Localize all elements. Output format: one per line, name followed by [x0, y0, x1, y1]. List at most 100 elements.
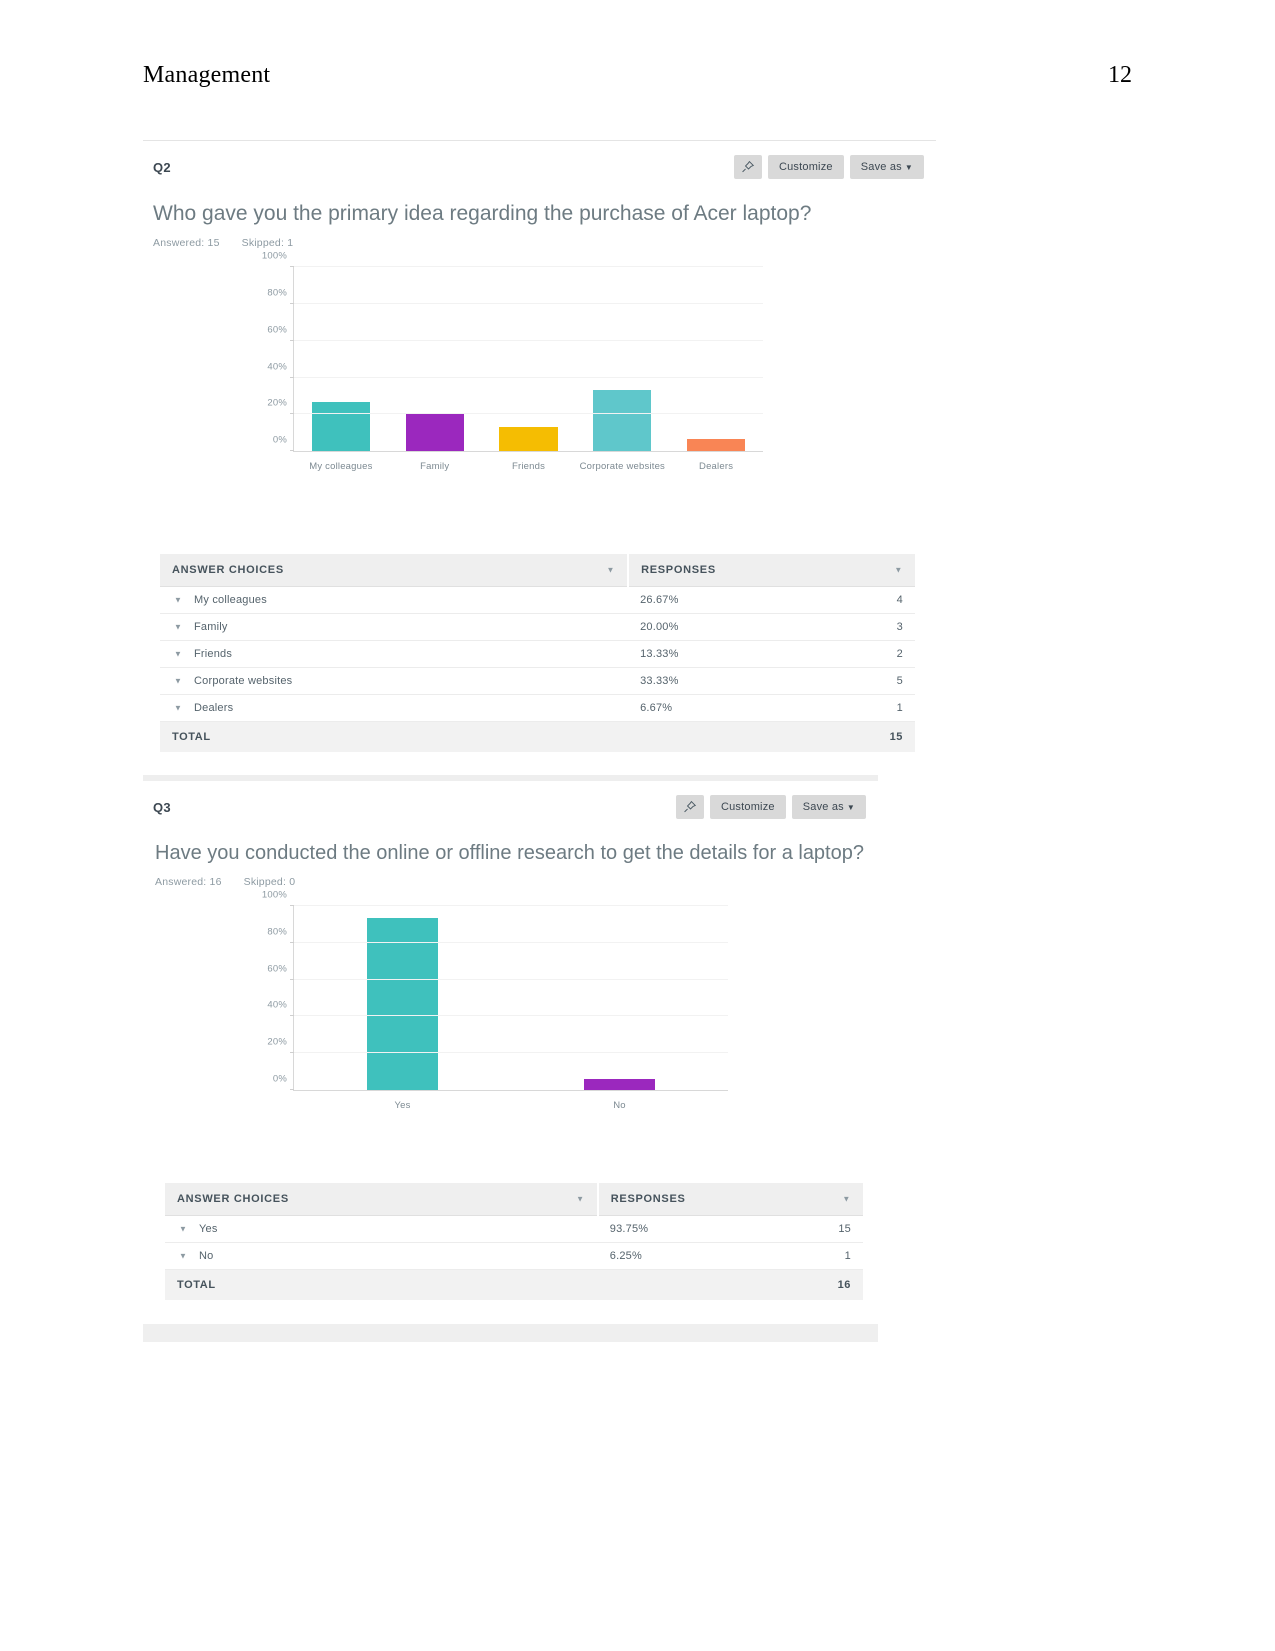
question-meta: Answered: 15 Skipped: 1: [143, 227, 936, 249]
table-header-row: ANSWER CHOICES ▼ RESPONSES ▼: [165, 1183, 863, 1216]
customize-button[interactable]: Customize: [709, 795, 786, 819]
skipped-count: Skipped: 1: [241, 237, 294, 250]
cell-response-count: 3: [794, 613, 915, 642]
save-as-button[interactable]: Save as ▼: [791, 795, 866, 819]
chart-bar[interactable]: [593, 389, 652, 452]
chart-plot-area: My colleagues Family Friends Corporate webs…: [262, 251, 763, 472]
customize-button[interactable]: Customize: [767, 155, 844, 179]
chart-gridline: [294, 376, 763, 378]
chevron-down-icon[interactable]: ▼: [174, 623, 182, 632]
x-axis-tick-label: Yes: [394, 1100, 411, 1111]
chevron-down-icon: ▼: [846, 803, 855, 812]
total-value: 16: [751, 1269, 863, 1300]
cell-answer-choice: ▼ Corporate websites: [160, 667, 629, 696]
answer-choice-label: Corporate websites: [194, 675, 293, 688]
question-meta: Answered: 16 Skipped: 0: [143, 866, 878, 888]
chevron-down-icon[interactable]: ▼: [174, 704, 182, 713]
chart-bar-slot: Dealers: [669, 267, 763, 472]
table-row: ▼ Corporate websites 33.33% 5: [160, 667, 915, 696]
block-actions: Customize Save as ▼: [675, 795, 866, 819]
y-axis-tick-mark: [290, 413, 294, 415]
chart-gridline: [294, 905, 728, 906]
chart-bar-slot: Yes: [294, 906, 511, 1111]
cell-answer-choice: ▼ Dealers: [160, 694, 629, 723]
column-header-answer-choices[interactable]: ANSWER CHOICES ▼: [160, 554, 629, 588]
y-axis-tick-mark: [290, 450, 294, 452]
answered-count: Answered: 16: [155, 876, 222, 888]
chart-gridline: [294, 339, 763, 341]
block-actions: Customize Save as ▼: [733, 155, 924, 179]
chart-bar[interactable]: [405, 414, 464, 452]
cell-response-percent: 13.33%: [628, 640, 795, 669]
cell-answer-choice: ▼ Yes: [165, 1215, 598, 1243]
cell-answer-choice: ▼ Family: [160, 613, 629, 642]
chevron-down-icon[interactable]: ▼: [174, 650, 182, 659]
block-header-q2: Q2 Customize Save as ▼: [143, 141, 936, 189]
chevron-down-icon[interactable]: ▼: [606, 566, 615, 575]
column-header-label: RESPONSES: [610, 1193, 686, 1205]
y-axis-tick-label: 40%: [267, 999, 287, 1011]
table-total-row: TOTAL 15: [160, 721, 915, 753]
column-header-responses[interactable]: RESPONSES ▼: [596, 1183, 863, 1216]
question-number-label: Q3: [153, 799, 171, 815]
chevron-down-icon[interactable]: ▼: [174, 596, 182, 605]
y-axis-tick-mark: [290, 339, 294, 341]
chevron-down-icon[interactable]: ▼: [174, 677, 182, 686]
chart-bar[interactable]: [311, 402, 370, 452]
answer-choice-label: Friends: [194, 648, 233, 661]
block-divider-bottom: [143, 1324, 878, 1342]
y-axis-tick-mark: [290, 978, 294, 980]
chart-bar-slot: My colleagues: [294, 267, 388, 472]
x-axis-tick-label: Friends: [511, 461, 546, 473]
chart-gridline: [294, 413, 763, 415]
column-header-label: RESPONSES: [641, 564, 716, 577]
column-header-label: ANSWER CHOICES: [177, 1193, 289, 1205]
cell-response-percent: 33.33%: [628, 667, 795, 696]
bar-chart-q2: My colleagues Family Friends Corporate webs…: [143, 251, 936, 492]
chart-bar[interactable]: [687, 438, 746, 452]
pin-icon[interactable]: [733, 155, 762, 179]
table-body: ▼ My colleagues 26.67% 4 ▼ Family 20.00% 3 ▼ Frie…: [160, 586, 915, 753]
page-header: Management 12: [143, 62, 1132, 89]
chart-bar-slot: Family: [388, 267, 482, 472]
cell-response-percent: 93.75%: [597, 1215, 752, 1243]
chart-bar[interactable]: [499, 426, 558, 452]
cell-answer-choice: ▼ My colleagues: [160, 586, 629, 615]
column-header-answer-choices[interactable]: ANSWER CHOICES ▼: [165, 1183, 598, 1216]
y-axis-tick-label: 80%: [267, 287, 287, 299]
bar-chart-q3: Yes No 0% 20% 40% 60% 80% 100%: [143, 890, 878, 1121]
cell-response-count: 5: [794, 667, 915, 696]
chart-bars: My colleagues Family Friends Corporate webs…: [294, 267, 763, 472]
chart-gridline: [294, 303, 763, 305]
answer-choice-label: Dealers: [194, 702, 234, 715]
chevron-down-icon[interactable]: ▼: [894, 566, 903, 575]
y-axis-tick-label: 100%: [261, 250, 287, 262]
chart-bar-slot: Corporate websites: [575, 267, 669, 472]
table-row: ▼ No 6.25% 1: [165, 1242, 863, 1270]
cell-response-percent: 6.25%: [597, 1242, 752, 1270]
column-header-label: ANSWER CHOICES: [172, 564, 284, 577]
chart-bar[interactable]: [366, 917, 439, 1090]
cell-answer-choice: ▼ Friends: [160, 640, 629, 669]
chevron-down-icon[interactable]: ▼: [576, 1195, 585, 1204]
chevron-down-icon[interactable]: ▼: [179, 1252, 187, 1261]
y-axis-tick-label: 100%: [261, 889, 287, 901]
pin-icon[interactable]: [675, 795, 704, 819]
y-axis-tick-label: 20%: [267, 1036, 287, 1048]
x-axis-tick-label: Dealers: [699, 461, 734, 473]
chevron-down-icon[interactable]: ▼: [842, 1195, 851, 1204]
table-row: ▼ Family 20.00% 3: [160, 613, 915, 642]
cell-response-count: 15: [751, 1215, 863, 1243]
survey-question-block-q2: Q2 Customize Save as ▼ Who gave you the p…: [143, 140, 936, 753]
block-header-q3: Q3 Customize Save as ▼: [143, 781, 878, 829]
chevron-down-icon: ▼: [904, 163, 913, 172]
save-as-button[interactable]: Save as ▼: [849, 155, 924, 179]
total-label: TOTAL: [165, 1269, 752, 1300]
chevron-down-icon[interactable]: ▼: [179, 1225, 187, 1234]
answer-choice-label: No: [199, 1250, 214, 1262]
chart-bar[interactable]: [583, 1078, 656, 1090]
column-header-responses[interactable]: RESPONSES ▼: [627, 554, 915, 588]
save-as-label: Save as: [860, 161, 902, 173]
chart-gridline: [294, 1015, 728, 1017]
y-axis-tick-mark: [290, 1052, 294, 1054]
